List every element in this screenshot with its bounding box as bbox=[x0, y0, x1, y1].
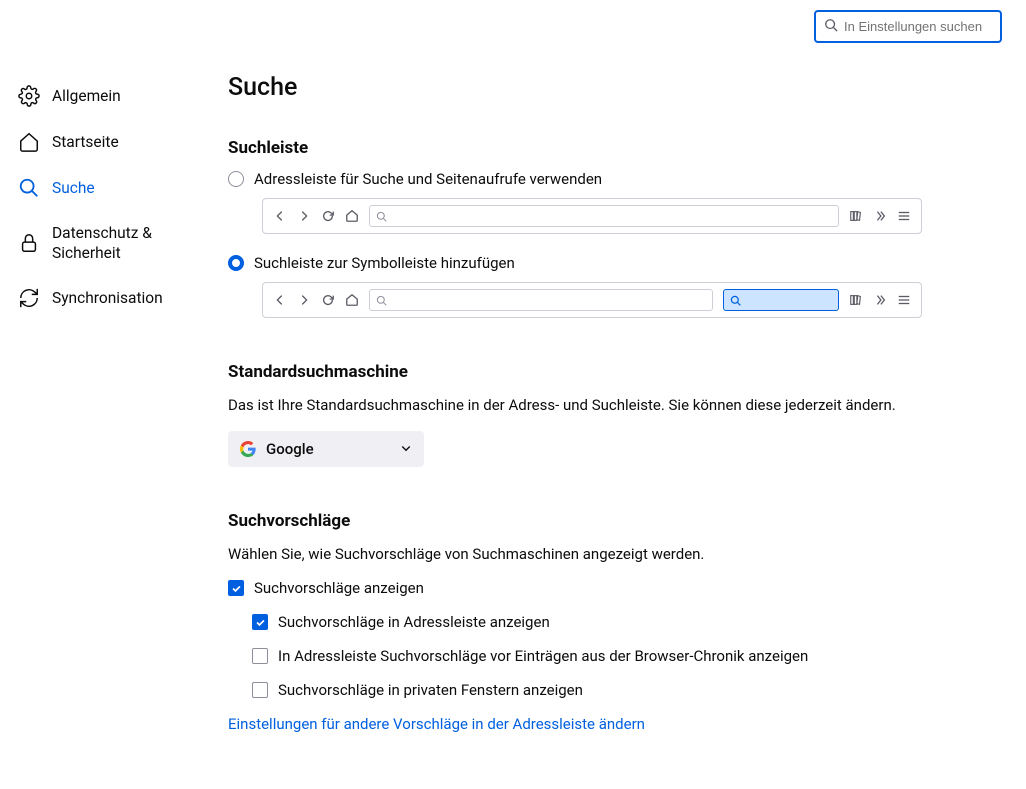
settings-search-input[interactable] bbox=[844, 19, 992, 34]
section-description: Wählen Sie, wie Suchvorschläge von Suchm… bbox=[228, 543, 986, 566]
section-heading: Suchleiste bbox=[228, 138, 986, 158]
overflow-icon bbox=[873, 293, 887, 307]
page-title: Suche bbox=[228, 73, 986, 102]
section-searchbar: Suchleiste Adressleiste für Suche und Se… bbox=[228, 138, 986, 318]
checkbox-suggestions-urlbar[interactable]: Suchvorschläge in Adressleiste anzeigen bbox=[252, 613, 986, 631]
library-icon bbox=[849, 293, 863, 307]
radio-icon bbox=[228, 255, 244, 271]
default-engine-dropdown[interactable]: Google bbox=[228, 431, 424, 467]
sidebar-item-label: Suche bbox=[52, 178, 95, 198]
reload-icon bbox=[321, 209, 335, 223]
other-suggestions-link[interactable]: Einstellungen für andere Vorschläge in d… bbox=[228, 715, 645, 733]
radio-add-searchbar[interactable]: Suchleiste zur Symbolleiste hinzufügen bbox=[228, 254, 986, 272]
toolbar-preview-addressbar bbox=[262, 198, 922, 234]
sidebar-item-label: Allgemein bbox=[52, 86, 121, 106]
menu-icon bbox=[897, 209, 911, 223]
checkbox-suggestions-before-history[interactable]: In Adressleiste Suchvorschläge vor Eintr… bbox=[252, 647, 986, 665]
checkbox-label: Suchvorschläge in privaten Fenstern anze… bbox=[278, 681, 583, 699]
radio-label: Adressleiste für Suche und Seitenaufrufe… bbox=[254, 170, 602, 188]
reload-icon bbox=[321, 293, 335, 307]
sidebar-item-search[interactable]: Suche bbox=[10, 165, 200, 211]
sidebar-item-home[interactable]: Startseite bbox=[10, 119, 200, 165]
checkbox-label: Suchvorschläge anzeigen bbox=[254, 579, 424, 597]
back-icon bbox=[273, 209, 287, 223]
checkbox-icon bbox=[252, 682, 268, 698]
checkbox-icon bbox=[228, 580, 244, 596]
radio-label: Suchleiste zur Symbolleiste hinzufügen bbox=[254, 254, 515, 272]
urlbar-preview bbox=[369, 289, 713, 311]
section-heading: Suchvorschläge bbox=[228, 511, 986, 531]
sidebar-item-sync[interactable]: Synchronisation bbox=[10, 275, 200, 321]
radio-use-addressbar[interactable]: Adressleiste für Suche und Seitenaufrufe… bbox=[228, 170, 986, 188]
section-description: Das ist Ihre Standardsuchmaschine in der… bbox=[228, 394, 986, 417]
sidebar-item-label: Startseite bbox=[52, 132, 119, 152]
gear-icon bbox=[18, 85, 40, 107]
checkbox-label: In Adressleiste Suchvorschläge vor Eintr… bbox=[278, 647, 808, 665]
radio-icon bbox=[228, 171, 244, 187]
sidebar-item-label: Datenschutz & Sicherheit bbox=[52, 223, 192, 263]
home-icon bbox=[345, 209, 359, 223]
main-content: Suche Suchleiste Adressleiste für Suche … bbox=[200, 43, 1026, 789]
checkbox-label: Suchvorschläge in Adressleiste anzeigen bbox=[278, 613, 550, 631]
menu-icon bbox=[897, 293, 911, 307]
overflow-icon bbox=[873, 209, 887, 223]
checkbox-icon bbox=[252, 648, 268, 664]
checkbox-suggestions-private[interactable]: Suchvorschläge in privaten Fenstern anze… bbox=[252, 681, 986, 699]
forward-icon bbox=[297, 209, 311, 223]
sidebar: Allgemein Startseite Suche Datenschutz &… bbox=[0, 43, 200, 789]
lock-icon bbox=[18, 232, 40, 254]
dropdown-value: Google bbox=[266, 440, 314, 458]
sidebar-item-general[interactable]: Allgemein bbox=[10, 73, 200, 119]
home-icon bbox=[18, 131, 40, 153]
section-default-engine: Standardsuchmaschine Das ist Ihre Standa… bbox=[228, 362, 986, 467]
search-icon bbox=[824, 18, 838, 36]
library-icon bbox=[849, 209, 863, 223]
checkbox-icon bbox=[252, 614, 268, 630]
home-icon bbox=[345, 293, 359, 307]
checkbox-show-suggestions[interactable]: Suchvorschläge anzeigen bbox=[228, 579, 986, 597]
settings-search[interactable] bbox=[814, 10, 1002, 43]
sidebar-item-label: Synchronisation bbox=[52, 288, 163, 308]
sync-icon bbox=[18, 287, 40, 309]
back-icon bbox=[273, 293, 287, 307]
forward-icon bbox=[297, 293, 311, 307]
toolbar-preview-searchbar bbox=[262, 282, 922, 318]
chevron-down-icon bbox=[400, 440, 412, 458]
searchbar-preview bbox=[723, 289, 839, 311]
urlbar-preview bbox=[369, 205, 839, 227]
section-suggestions: Suchvorschläge Wählen Sie, wie Suchvorsc… bbox=[228, 511, 986, 734]
search-icon bbox=[18, 177, 40, 199]
google-icon bbox=[240, 441, 256, 457]
section-heading: Standardsuchmaschine bbox=[228, 362, 986, 382]
sidebar-item-privacy[interactable]: Datenschutz & Sicherheit bbox=[10, 211, 200, 275]
